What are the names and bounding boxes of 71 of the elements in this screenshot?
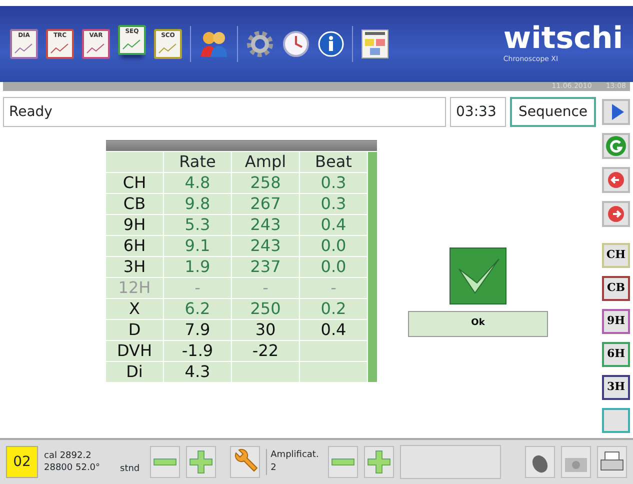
table-cell: 1.9: [164, 256, 232, 278]
position-button[interactable]: 9H: [602, 309, 630, 334]
restart-button[interactable]: [602, 133, 630, 159]
status-message: Ready: [3, 97, 446, 127]
column-header: Rate: [164, 152, 232, 172]
minus-button[interactable]: [328, 446, 358, 478]
restart-icon: [605, 135, 627, 157]
row-label: Di: [106, 362, 164, 382]
table-cell: -: [164, 278, 232, 298]
table-cell: 4.8: [164, 172, 232, 194]
back-button[interactable]: [602, 167, 630, 193]
table-cell: 9.1: [164, 236, 232, 256]
table-cell: 9.8: [164, 194, 232, 214]
plus-button[interactable]: [186, 446, 216, 478]
table-cell: -1.9: [164, 340, 232, 362]
row-label: CB: [106, 194, 164, 214]
play-button[interactable]: [602, 99, 630, 125]
camera-button[interactable]: [561, 446, 591, 478]
frequency-text: 28800 52.0°: [44, 462, 102, 474]
row-label: X: [106, 298, 164, 320]
forward-icon: [605, 203, 627, 225]
row-label: DVH: [106, 340, 164, 362]
timer-field: 03:33: [450, 97, 506, 127]
row-label: 6H: [106, 236, 164, 256]
minus-icon: [152, 458, 177, 466]
row-label: CH: [106, 172, 164, 194]
table-cell: 267: [232, 194, 300, 214]
back-icon: [605, 169, 627, 191]
table-cell: 30: [232, 320, 300, 340]
row-label: 9H: [106, 214, 164, 236]
channel-badge: 02: [6, 446, 38, 478]
position-button[interactable]: 6H: [602, 342, 630, 367]
table-cell: 243: [232, 214, 300, 236]
table-cell: -22: [232, 340, 300, 362]
table-cell: 7.9: [164, 320, 232, 340]
plus-icon: [366, 450, 391, 474]
row-label: D: [106, 320, 164, 340]
ok-button[interactable]: Ok: [408, 311, 548, 337]
column-header: Ampl: [232, 152, 300, 172]
calibre-text: cal 2892.2: [44, 450, 92, 462]
mode-text: stnd: [120, 462, 140, 476]
plus-icon: [188, 450, 213, 474]
position-button[interactable]: CH: [602, 243, 630, 268]
report-icon[interactable]: [361, 29, 389, 59]
forward-button[interactable]: [602, 201, 630, 227]
wrench-button[interactable]: [230, 446, 260, 478]
table-cell: -: [232, 278, 300, 298]
amplification-label: Amplificat.: [270, 449, 320, 462]
speaker-button[interactable]: [525, 446, 555, 478]
plus-button[interactable]: [364, 446, 394, 478]
minus-icon: [330, 458, 355, 466]
settings-icon[interactable]: [246, 30, 274, 58]
position-button[interactable]: 3H: [602, 375, 630, 400]
row-label: 12H: [106, 278, 164, 298]
table-cell: 6.2: [164, 298, 232, 320]
position-button[interactable]: CB: [602, 276, 630, 301]
minus-button[interactable]: [150, 446, 180, 478]
table-cell: 243: [232, 236, 300, 256]
brand-logo: witschi: [503, 24, 623, 54]
table-cell: 4.3: [164, 362, 232, 382]
row-label: 3H: [106, 256, 164, 278]
amplification-value: 2: [270, 462, 278, 475]
clock-icon[interactable]: [282, 30, 310, 58]
table-cell: 5.3: [164, 214, 232, 236]
table-cell: 237: [232, 256, 300, 278]
info-icon[interactable]: [318, 31, 344, 57]
table-cell: 250: [232, 298, 300, 320]
printer-button[interactable]: [597, 446, 627, 478]
users-icon[interactable]: [199, 29, 229, 59]
mode-field: Sequence: [510, 97, 596, 127]
table-cell: 258: [232, 172, 300, 194]
